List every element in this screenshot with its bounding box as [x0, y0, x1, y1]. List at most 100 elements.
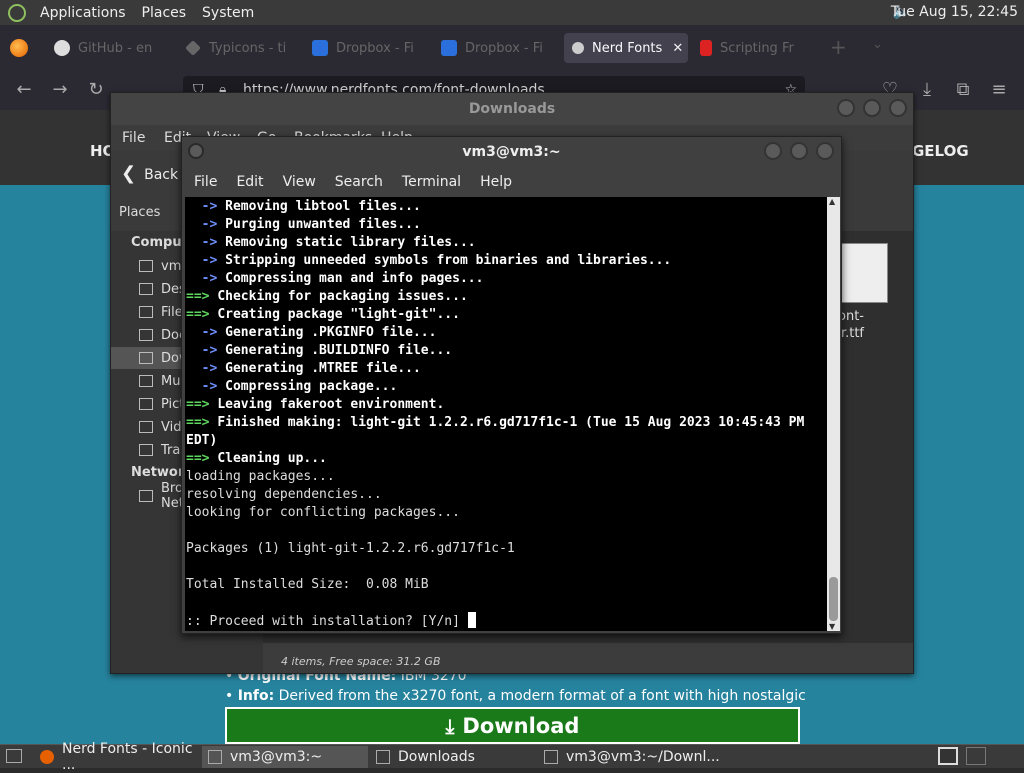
- close-tab-icon[interactable]: ✕: [672, 41, 683, 56]
- applications-menu[interactable]: Applications: [32, 5, 134, 21]
- taskbar-item-downloads[interactable]: Downloads: [370, 746, 534, 768]
- terminal-line-prefix: ->: [186, 271, 226, 286]
- terminal-line-text: Leaving fakeroot environment.: [217, 397, 445, 412]
- dropbox-icon: [312, 40, 328, 56]
- taskbar: Nerd Fonts - Iconic ... vm3@vm3:~ Downlo…: [0, 741, 1024, 773]
- term-menu-terminal[interactable]: Terminal: [402, 174, 461, 190]
- terminal-line-prefix: ->: [186, 199, 226, 214]
- new-tab-icon[interactable]: +: [830, 35, 847, 59]
- nav-changelog-link[interactable]: GELOG: [912, 142, 969, 160]
- terminal-line-prefix: ->: [186, 325, 226, 340]
- downloads-icon[interactable]: ⤓: [917, 80, 937, 100]
- system-menu[interactable]: System: [194, 5, 262, 21]
- terminal-line-prefix: ==>: [186, 415, 218, 430]
- tab-typicons[interactable]: Typicons - ti: [185, 33, 295, 63]
- nerd-fonts-icon: [572, 42, 584, 54]
- terminal-line: -> Compressing man and info pages...: [186, 270, 804, 288]
- terminal-line-prefix: ->: [186, 217, 226, 232]
- terminal-line: ==> Leaving fakeroot environment.: [186, 396, 804, 414]
- top-panel: Applications Places System 🔈 Tue Aug 15,…: [0, 0, 1024, 25]
- window-menu-button[interactable]: [188, 143, 204, 159]
- maximize-button[interactable]: [863, 99, 881, 117]
- maximize-button[interactable]: [790, 142, 808, 160]
- term-menu-edit[interactable]: Edit: [236, 174, 263, 190]
- terminal-line: -> Generating .PKGINFO file...: [186, 324, 804, 342]
- terminal-icon: [544, 750, 558, 764]
- firefox-icon: [40, 750, 54, 764]
- terminal-title[interactable]: vm3@vm3:~: [182, 137, 841, 167]
- terminal-line-text: loading packages...: [186, 469, 335, 484]
- terminal-line-prefix: ->: [186, 235, 226, 250]
- tab-list-icon[interactable]: ⌄: [872, 37, 883, 52]
- terminal-line: looking for conflicting packages...: [186, 504, 804, 522]
- terminal-line-text: Removing libtool files...: [225, 199, 421, 214]
- taskbar-item-terminal[interactable]: vm3@vm3:~: [202, 746, 368, 768]
- terminal-line-text: resolving dependencies...: [186, 487, 382, 502]
- terminal-output[interactable]: -> Removing libtool files... -> Purging …: [185, 197, 827, 631]
- tab-dropbox-2[interactable]: Dropbox - Fi: [441, 33, 551, 63]
- back-button[interactable]: ❮ Back: [121, 163, 178, 184]
- taskbar-item-nerd-fonts[interactable]: Nerd Fonts - Iconic ...: [34, 741, 198, 773]
- folder-icon: [139, 398, 153, 410]
- folder-icon: [139, 329, 153, 341]
- minimize-button[interactable]: [837, 99, 855, 117]
- terminal-line-prefix: ==>: [186, 397, 218, 412]
- fm-menu-file[interactable]: File: [122, 125, 145, 151]
- workspace-switcher-icon[interactable]: [938, 747, 958, 765]
- places-menu[interactable]: Places: [134, 5, 195, 21]
- terminal-icon: [208, 750, 222, 764]
- prompt-text: :: Proceed with installation? [Y/n]: [186, 614, 468, 629]
- scroll-down-icon[interactable]: ▼: [829, 622, 835, 631]
- download-icon: ⤓: [445, 713, 455, 738]
- download-button[interactable]: ⤓ Download: [225, 707, 800, 744]
- term-menu-search[interactable]: Search: [335, 174, 383, 190]
- terminal-window: vm3@vm3:~ File Edit View Search Terminal…: [181, 136, 842, 634]
- terminal-line: loading packages...: [186, 468, 804, 486]
- terminal-line: -> Purging unwanted files...: [186, 216, 804, 234]
- tab-github[interactable]: GitHub - en: [54, 33, 154, 63]
- terminal-line-text: Creating package "light-git"...: [217, 307, 460, 322]
- term-menu-view[interactable]: View: [283, 174, 316, 190]
- terminal-scrollbar[interactable]: ▲ ▼: [827, 197, 840, 631]
- reload-icon[interactable]: ↻: [86, 80, 106, 100]
- terminal-line: -> Removing static library files...: [186, 234, 804, 252]
- terminal-line-text: Generating .BUILDINFO file...: [225, 343, 453, 358]
- minimize-button[interactable]: [764, 142, 782, 160]
- terminal-line-text: EDT): [186, 433, 218, 448]
- hamburger-menu-icon[interactable]: ≡: [989, 80, 1009, 100]
- extensions-icon[interactable]: ⧉: [953, 80, 973, 100]
- terminal-prompt[interactable]: :: Proceed with installation? [Y/n]: [186, 612, 804, 631]
- terminal-line-text: Total Installed Size: 0.08 MiB: [186, 577, 429, 592]
- firefox-icon[interactable]: [10, 39, 28, 57]
- terminal-line-prefix: ->: [186, 343, 226, 358]
- term-menu-help[interactable]: Help: [480, 174, 512, 190]
- scrollbar-thumb[interactable]: [829, 577, 838, 621]
- close-button[interactable]: [816, 142, 834, 160]
- network-icon: [139, 490, 153, 502]
- tab-nerd-fonts[interactable]: Nerd Fonts ✕: [564, 33, 688, 63]
- scroll-up-icon[interactable]: ▲: [829, 197, 835, 206]
- drive-icon: [139, 306, 153, 318]
- back-arrow-icon[interactable]: ←: [14, 80, 34, 100]
- file-manager-title[interactable]: Downloads: [111, 93, 913, 125]
- workspace-2-icon[interactable]: [966, 747, 986, 765]
- tab-scripting[interactable]: Scripting Fr: [700, 33, 804, 63]
- terminal-line-text: Removing static library files...: [225, 235, 476, 250]
- folder-icon: [139, 260, 153, 272]
- terminal-line-text: Stripping unneeded symbols from binaries…: [225, 253, 672, 268]
- taskbar-item-terminal-downloads[interactable]: vm3@vm3:~/Downl...: [538, 746, 722, 768]
- github-icon: [54, 40, 70, 56]
- forward-arrow-icon[interactable]: →: [50, 80, 70, 100]
- clock[interactable]: Tue Aug 15, 22:45: [891, 4, 1024, 20]
- term-menu-file[interactable]: File: [194, 174, 217, 190]
- terminal-line-text: Compressing package...: [225, 379, 398, 394]
- text-cursor: [467, 612, 476, 628]
- tab-dropbox-1[interactable]: Dropbox - Fi: [312, 33, 422, 63]
- close-button[interactable]: [889, 99, 907, 117]
- distro-logo-icon[interactable]: [8, 3, 26, 22]
- show-desktop-icon[interactable]: [6, 749, 22, 763]
- places-dropdown[interactable]: Places: [119, 205, 160, 220]
